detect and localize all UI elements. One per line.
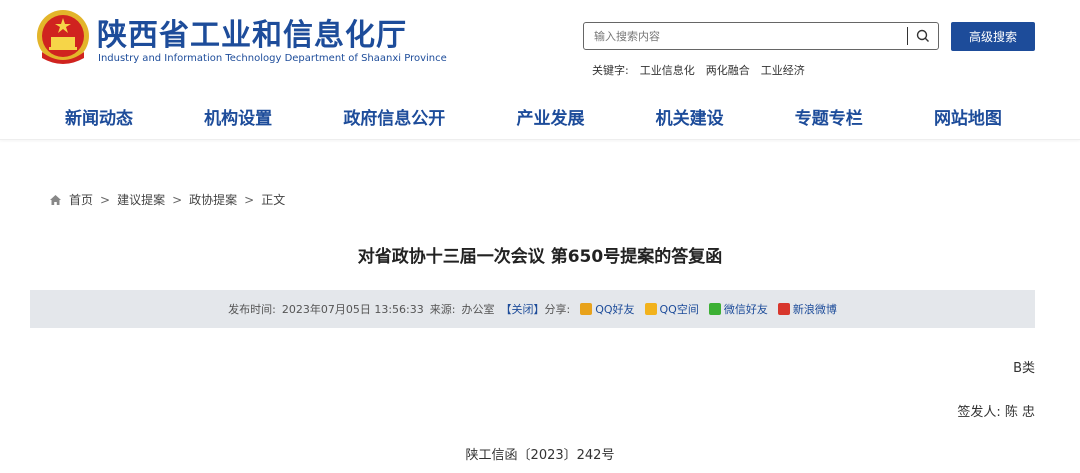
share-wechat[interactable]: 微信好友	[708, 301, 768, 317]
keyword-link[interactable]: 工业信息化	[640, 62, 695, 78]
search-button[interactable]	[908, 23, 938, 49]
nav-topics[interactable]: 专题专栏	[795, 104, 863, 129]
site-title: 陕西省工业和信息化厅	[97, 18, 407, 53]
share-qzone-label: QQ空间	[659, 303, 699, 316]
wechat-icon	[708, 303, 721, 315]
share-label: 分享:	[544, 303, 571, 316]
share-wechat-label: 微信好友	[723, 303, 768, 316]
source-value: 办公室	[461, 303, 495, 316]
nav-news[interactable]: 新闻动态	[65, 104, 133, 129]
article-meta-bar: 发布时间: 2023年07月05日 13:56:33 来源: 办公室 【关闭】分…	[30, 290, 1035, 328]
publish-time: 2023年07月05日 13:56:33	[281, 303, 424, 316]
article-title: 对省政协十三届一次会议 第650号提案的答复函	[357, 247, 723, 267]
breadcrumb-suggestions[interactable]: 建议提案	[117, 191, 165, 208]
share-qzone[interactable]: QQ空间	[644, 301, 699, 317]
national-emblem-icon	[37, 10, 89, 64]
search-icon	[916, 29, 929, 42]
search-box	[583, 22, 939, 50]
classification-label: B类	[1013, 361, 1035, 376]
breadcrumb-cppcc-proposals[interactable]: 政协提案	[189, 191, 237, 208]
nav-organization[interactable]: 机构设置	[204, 104, 272, 129]
breadcrumb: 首页 > 建议提案 > 政协提案 > 正文	[49, 191, 285, 208]
share-weibo-label: 新浪微博	[792, 303, 837, 316]
publish-label: 发布时间:	[228, 303, 276, 316]
signer: 签发人: 陈 忠	[957, 405, 1035, 420]
breadcrumb-home[interactable]: 首页	[69, 191, 93, 208]
share-weibo[interactable]: 新浪微博	[777, 301, 837, 317]
share-qq-friend-label: QQ好友	[595, 303, 635, 316]
close-link[interactable]: 【关闭】	[500, 301, 544, 317]
weibo-icon	[777, 303, 790, 315]
home-icon	[50, 194, 61, 205]
main-nav: 新闻动态 机构设置 政府信息公开 产业发展 机关建设 专题专栏 网站地图	[30, 104, 1035, 129]
breadcrumb-separator: >	[100, 192, 111, 207]
nav-gov-info[interactable]: 政府信息公开	[343, 104, 445, 129]
keyword-link[interactable]: 工业经济	[761, 62, 805, 78]
source-label: 来源:	[429, 303, 456, 316]
nav-sitemap[interactable]: 网站地图	[934, 104, 1002, 129]
site-header: 陕西省工业和信息化厅 Industry and Information Tech…	[0, 0, 1080, 140]
keywords-label: 关键字:	[592, 64, 629, 77]
document-number: 陕工信函〔2023〕242号	[465, 448, 615, 463]
breadcrumb-current: 正文	[261, 193, 286, 207]
keywords: 关键字: 工业信息化 两化融合 工业经济	[592, 62, 805, 78]
advanced-search-button[interactable]: 高级搜索	[951, 22, 1035, 51]
qq-icon	[580, 303, 593, 315]
keyword-link[interactable]: 两化融合	[706, 62, 750, 78]
share-qq-friend[interactable]: QQ好友	[580, 301, 635, 317]
site-subtitle: Industry and Information Technology Depa…	[98, 53, 447, 64]
breadcrumb-separator: >	[244, 192, 255, 207]
nav-industry[interactable]: 产业发展	[516, 104, 584, 129]
breadcrumb-separator: >	[172, 192, 183, 207]
qzone-icon	[644, 303, 657, 315]
search-input[interactable]	[584, 23, 907, 49]
nav-party-building[interactable]: 机关建设	[656, 104, 724, 129]
